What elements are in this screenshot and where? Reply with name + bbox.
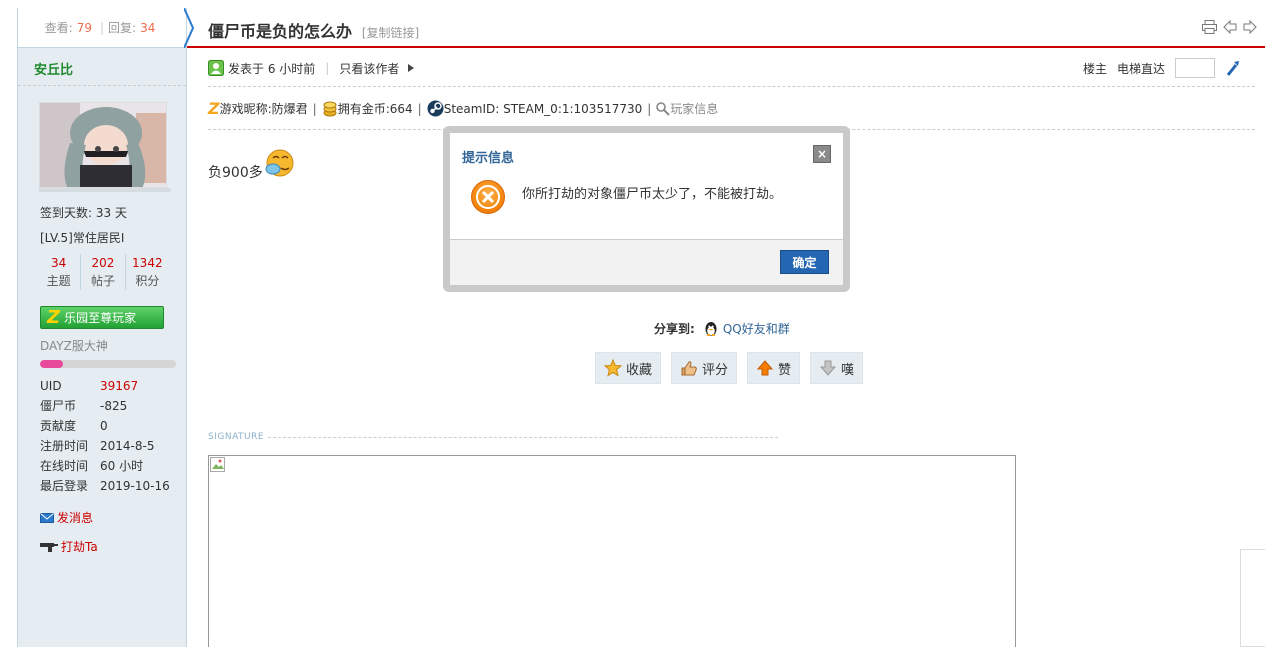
- checkin-days: 签到天数: 33 天: [40, 206, 127, 220]
- share-bar: 分享到: QQ好友和群: [654, 320, 790, 337]
- like-button[interactable]: 赞: [747, 352, 801, 384]
- info-row: 在线时间 60 小时: [40, 459, 144, 473]
- dialog-panel: 提示信息 × 你所打劫的对象僵尸币太少了，不能被打劫。 确定: [450, 133, 843, 285]
- arrow-down-icon: [819, 360, 837, 376]
- z-logo-icon: Z: [208, 99, 220, 118]
- user-counts: 34 主题 202 帖子 1342 积分: [37, 254, 169, 290]
- dialog-close-button[interactable]: ×: [813, 145, 831, 163]
- alert-dialog: 提示信息 × 你所打劫的对象僵尸币太少了，不能被打劫。 确定: [443, 126, 850, 292]
- info-row: 最后登录 2019-10-16: [40, 479, 170, 493]
- dialog-body: 你所打劫的对象僵尸币太少了，不能被打劫。: [470, 179, 782, 215]
- star-icon: [604, 359, 622, 377]
- thread-stats: 查看: 79 | 回复: 34: [18, 8, 186, 48]
- jump-icon[interactable]: [1225, 60, 1241, 76]
- user-info-list: UID 39167 僵尸币 -825 贡献度 0 注册时间 2014-8-5 在线时间 6…: [40, 376, 170, 496]
- post-actions: 收藏 评分 赞 嘆: [595, 352, 864, 384]
- prev-thread-icon[interactable]: [1223, 20, 1237, 34]
- print-icon[interactable]: [1202, 20, 1217, 34]
- author-name-link[interactable]: 安丘比: [34, 63, 73, 78]
- signature-label: SIGNATURE: [208, 432, 265, 442]
- floor-tools: 楼主 电梯直达: [1083, 58, 1241, 78]
- info-row: 注册时间 2014-8-5: [40, 439, 155, 453]
- game-nickname: 游戏昵称:防爆君: [219, 102, 308, 116]
- views-count: 79: [76, 20, 92, 35]
- author-sidebar: 查看: 79 | 回复: 34 安丘比 签到天数: 33 天 [LV.5]常住居…: [17, 8, 194, 647]
- qq-penguin-icon: [705, 321, 717, 336]
- arrow-up-icon: [756, 360, 774, 376]
- rank-progress-bar: [40, 360, 176, 368]
- posted-time: 发表于 6 小时前: [228, 61, 316, 76]
- steam-id: SteamID: STEAM_0:1:103517730: [443, 101, 643, 116]
- user-rank: DAYZ服大神: [40, 339, 108, 353]
- user-level[interactable]: [LV.5]常住居民I: [40, 229, 124, 246]
- share-qq-link[interactable]: QQ好友和群: [723, 320, 790, 337]
- badge-label: 乐园至尊玩家: [64, 311, 137, 325]
- avatar[interactable]: [39, 102, 167, 188]
- signature-divider: SIGNATURE: [208, 432, 778, 442]
- info-row: 贡献度 0: [40, 419, 108, 433]
- rate-button[interactable]: 评分: [671, 352, 738, 384]
- triangle-right-icon: [408, 64, 415, 72]
- favorite-button[interactable]: 收藏: [595, 352, 662, 384]
- sick-face-emoji-icon: [265, 149, 294, 177]
- author-name-row: 安丘比: [18, 48, 186, 86]
- only-author-link[interactable]: 只看该作者: [339, 60, 399, 77]
- rank-progress-fill: [40, 360, 64, 368]
- error-icon: [471, 180, 505, 214]
- player-info-link[interactable]: 玩家信息: [670, 100, 718, 117]
- replies-count: 34: [140, 20, 156, 35]
- copy-link-button[interactable]: [复制链接]: [362, 26, 419, 40]
- post-content: 负900多: [208, 148, 295, 182]
- next-thread-icon[interactable]: [1243, 20, 1257, 34]
- post-meta: 发表于 6 小时前 | 只看该作者 楼主 电梯直达: [208, 50, 1255, 87]
- thumb-icon: [681, 361, 697, 376]
- dialog-message: 你所打劫的对象僵尸币太少了，不能被打劫。: [522, 187, 783, 202]
- views-label: 查看:: [44, 21, 73, 35]
- dialog-footer: 确定: [450, 239, 843, 285]
- post-main: 僵尸币是负的怎么办 [复制链接] 发表于 6 小时前 | 只看该作者 楼主 电梯…: [187, 8, 1265, 647]
- elevator-input[interactable]: [1175, 58, 1215, 78]
- gun-icon: [40, 542, 58, 552]
- dialog-title: 提示信息: [462, 151, 515, 166]
- gold-coins: 拥有金币:664: [337, 102, 413, 116]
- coins-icon: [323, 101, 337, 116]
- post-text: 负900多: [208, 165, 263, 181]
- count-points[interactable]: 1342 积分: [124, 254, 169, 290]
- count-posts[interactable]: 202 帖子: [80, 254, 124, 290]
- z-logo-icon: Z: [47, 307, 61, 328]
- title-toolbar: [1202, 20, 1257, 34]
- count-topics[interactable]: 34 主题: [37, 254, 80, 290]
- dislike-button[interactable]: 嘆: [810, 352, 864, 384]
- search-icon: [656, 101, 671, 116]
- rob-link[interactable]: 打劫Ta: [40, 538, 98, 555]
- floor-label: 楼主: [1082, 61, 1107, 76]
- thread-title: 僵尸币是负的怎么办: [208, 22, 353, 41]
- elevator-label: 电梯直达: [1116, 61, 1165, 76]
- thread-title-bar: 僵尸币是负的怎么办 [复制链接]: [187, 8, 1265, 48]
- game-info-bar: Z 游戏昵称:防爆君 | 拥有金币:664 | SteamID: STEAM_0…: [208, 88, 1255, 130]
- share-label: 分享到:: [654, 322, 695, 336]
- mail-icon: [40, 512, 54, 523]
- right-edge-panel: [1240, 549, 1265, 647]
- steam-icon: [427, 100, 444, 117]
- user-group-badge: Z 乐园至尊玩家: [40, 306, 164, 329]
- send-message-link[interactable]: 发消息: [40, 509, 93, 526]
- dialog-ok-button[interactable]: 确定: [780, 250, 829, 274]
- replies-label: 回复:: [108, 21, 137, 35]
- signature-image-frame: [208, 455, 1016, 647]
- online-user-icon: [208, 60, 224, 76]
- info-row: 僵尸币 -825: [40, 399, 128, 413]
- broken-image-icon: [210, 457, 225, 472]
- info-row: UID 39167: [40, 379, 139, 393]
